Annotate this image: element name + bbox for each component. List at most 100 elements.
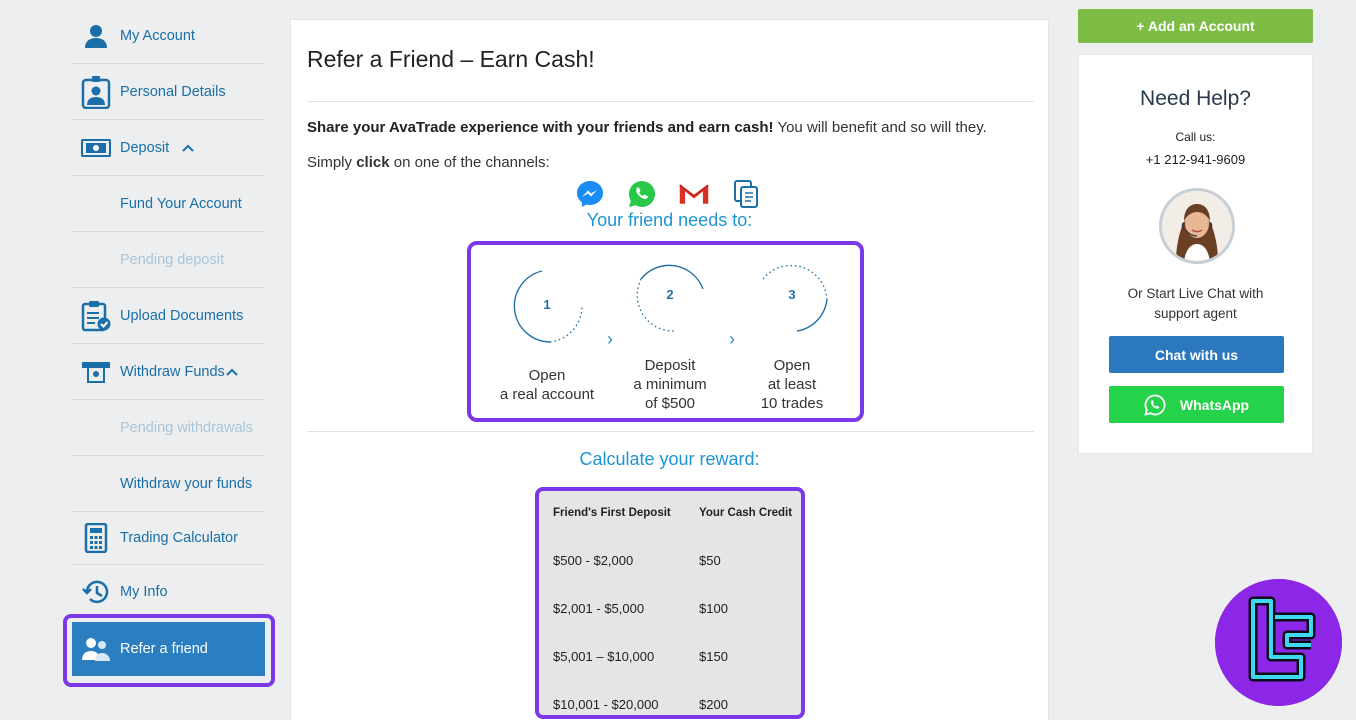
table-cell: $2,001 - $5,000 (553, 601, 645, 616)
table-cell: $500 - $2,000 (553, 553, 634, 568)
call-us-label: Call us: (1175, 130, 1216, 144)
whatsapp-button-label: WhatsApp (1179, 396, 1250, 413)
step-line: at least (767, 376, 817, 393)
table-row: $500 - $2,000 $50 (539, 553, 801, 573)
sidebar-item-refer-a-friend[interactable]: Refer a friend (72, 622, 265, 676)
step-number: 1 (543, 297, 551, 312)
table-header: Friend's First Deposit Your Cash Credit (539, 507, 801, 527)
steps-box: 1 Open a real account › 2 Deposit a mini… (467, 241, 864, 422)
chevron-up-icon[interactable] (225, 365, 239, 379)
user-icon (72, 16, 120, 56)
prompt-bold: click (356, 154, 390, 171)
table-cell: $50 (699, 553, 721, 568)
divider (307, 101, 1034, 102)
sidebar-item-label: Withdraw your funds (120, 475, 253, 492)
sidebar-item-label: Pending deposit (120, 251, 224, 268)
table-row: $2,001 - $5,000 $100 (539, 601, 801, 621)
sidebar-item-label: Deposit (120, 139, 170, 156)
page-title: Refer a Friend – Earn Cash! (307, 46, 595, 72)
divider (307, 431, 1034, 432)
header-cell: Your Cash Credit (699, 507, 793, 519)
step-line: Open (528, 367, 566, 384)
live-chat-line: support agent (1154, 306, 1237, 321)
table-row: $10,001 - $20,000 $200 (539, 697, 801, 715)
step-2: 2 Deposit a minimum of $500 (605, 245, 735, 412)
sidebar-item-label: Pending withdrawals (120, 419, 253, 436)
step-3: 3 Open at least 10 trades (727, 245, 857, 412)
sidebar-item-withdraw-your-funds[interactable]: Withdraw your funds (72, 456, 265, 512)
intro-bold: Share your AvaTrade experience with your… (307, 119, 774, 136)
table-row: $5,001 – $10,000 $150 (539, 649, 801, 669)
banknote-icon (72, 128, 120, 168)
sidebar-item-label: Trading Calculator (120, 530, 238, 546)
id-badge-icon (72, 72, 120, 112)
main-panel: Refer a Friend – Earn Cash! Share your A… (290, 19, 1049, 720)
prompt-post: on one of the channels: (389, 154, 550, 171)
step-line: 10 trades (760, 395, 824, 412)
support-agent-avatar (1159, 188, 1235, 264)
messenger-icon[interactable] (574, 178, 606, 210)
live-chat-line: Or Start Live Chat with (1127, 286, 1264, 301)
atm-withdraw-icon (72, 352, 120, 392)
share-channels (574, 178, 762, 210)
step-line: a real account (499, 386, 595, 403)
watermark-logo (1215, 579, 1342, 706)
sidebar-item-label: Fund Your Account (120, 195, 242, 212)
sidebar-item-label: Upload Documents (120, 307, 244, 324)
sidebar-item-my-account[interactable]: My Account (72, 8, 265, 64)
reward-table: Friend's First Deposit Your Cash Credit … (535, 487, 805, 719)
add-account-button[interactable]: + Add an Account (1078, 9, 1313, 43)
step-circle-icon (636, 264, 704, 332)
sidebar-item-fund-account[interactable]: Fund Your Account (72, 176, 265, 232)
sidebar-item-my-info[interactable]: My Info (72, 565, 265, 618)
table-cell: $5,001 – $10,000 (553, 649, 655, 664)
clipboard-check-icon (72, 296, 120, 336)
whatsapp-icon (1144, 394, 1166, 416)
channels-prompt: Simply click on one of the channels: (307, 154, 550, 171)
calculator-icon (72, 518, 120, 558)
sidebar-item-label: My Account (120, 27, 195, 44)
help-panel: Need Help? Call us: +1 212-941-9609 Or S… (1078, 54, 1313, 454)
step-number: 2 (666, 287, 674, 302)
sidebar-item-pending-withdrawals[interactable]: Pending withdrawals (72, 400, 265, 456)
steps-title: Your friend needs to: (586, 210, 753, 230)
header-cell: Friend's First Deposit (553, 507, 671, 519)
intro-rest: You will benefit and so will they. (773, 119, 987, 136)
step-1: 1 Open a real account (482, 245, 612, 403)
prompt-pre: Simply (307, 154, 357, 171)
step-circle-icon (762, 264, 828, 332)
phone-number[interactable]: +1 212-941-9609 (1079, 152, 1312, 167)
step-line: a minimum (633, 376, 707, 393)
sidebar: My Account Personal Details Deposit Fund… (72, 8, 265, 676)
reward-title: Calculate your reward: (579, 449, 760, 469)
sidebar-item-label: Personal Details (120, 83, 226, 100)
friends-icon (72, 629, 120, 669)
table-cell: $100 (699, 601, 728, 616)
step-line: Deposit (644, 357, 696, 374)
sidebar-item-label: My Info (120, 583, 168, 600)
table-cell: $150 (699, 649, 728, 664)
sidebar-item-upload-documents[interactable]: Upload Documents (72, 288, 265, 344)
sidebar-item-label: Refer a friend (120, 641, 208, 657)
intro-text: Share your AvaTrade experience with your… (307, 119, 987, 136)
sidebar-item-label: Withdraw Funds (120, 363, 225, 380)
sidebar-item-trading-calculator[interactable]: Trading Calculator (72, 512, 265, 565)
whatsapp-icon[interactable] (626, 178, 658, 210)
gmail-icon[interactable] (678, 178, 710, 210)
step-line: of $500 (644, 395, 696, 412)
copy-link-icon[interactable] (730, 178, 762, 210)
history-icon (72, 572, 120, 612)
help-title: Need Help? (1140, 87, 1251, 110)
live-chat-text: Or Start Live Chat with support agent (1079, 284, 1312, 324)
sidebar-item-withdraw-funds[interactable]: Withdraw Funds (72, 344, 265, 400)
sidebar-item-personal-details[interactable]: Personal Details (72, 64, 265, 120)
step-line: Open (773, 357, 811, 374)
table-cell: $10,001 - $20,000 (553, 697, 659, 712)
chevron-up-icon[interactable] (181, 141, 195, 155)
chat-with-us-button[interactable]: Chat with us (1109, 336, 1284, 373)
whatsapp-button[interactable]: WhatsApp (1109, 386, 1284, 423)
step-number: 3 (788, 287, 796, 302)
sidebar-item-deposit[interactable]: Deposit (72, 120, 265, 176)
sidebar-item-pending-deposit[interactable]: Pending deposit (72, 232, 265, 288)
table-cell: $200 (699, 697, 728, 712)
